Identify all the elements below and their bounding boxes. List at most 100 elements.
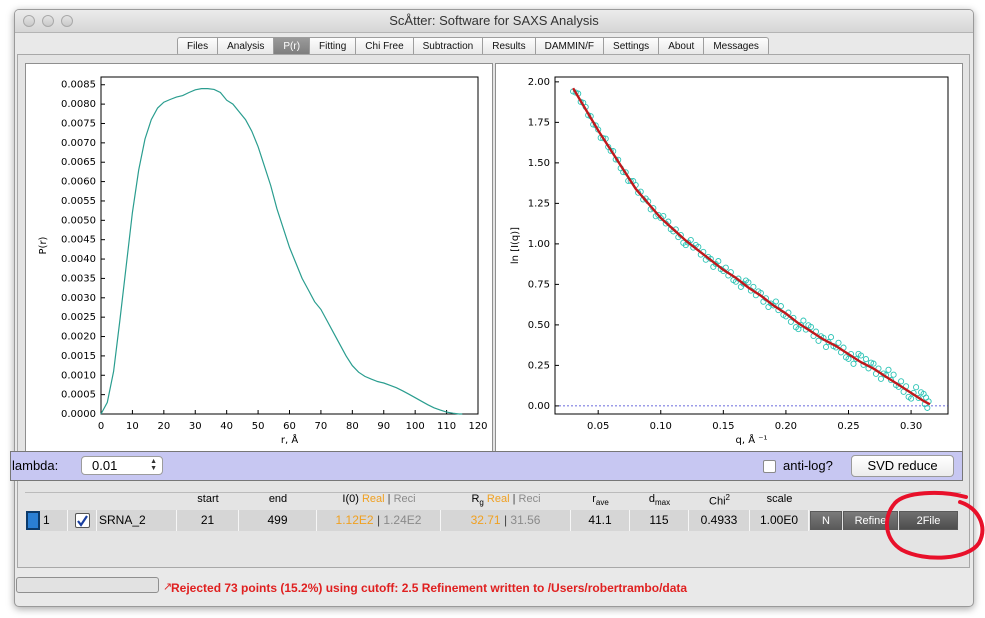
row-chi2: 0.4933 bbox=[689, 510, 750, 531]
controls-bar: lambda: 0.01 ▲ ▼ anti-log? SVD reduce bbox=[10, 451, 963, 481]
row-scale: 1.00E0 bbox=[750, 510, 809, 531]
y-tick-label: 0.0035 bbox=[61, 273, 96, 284]
antilog-checkbox[interactable] bbox=[763, 460, 776, 473]
data-point bbox=[885, 366, 892, 373]
x-tick-label: 0.05 bbox=[587, 421, 609, 432]
row-i0-reci: 1.24E2 bbox=[383, 513, 422, 527]
y-axis-label: ln [I(q)] bbox=[510, 227, 521, 264]
data-point bbox=[890, 371, 897, 378]
fit-plot-panel: 0.00 0.25 0.50 0.75 1.00 1.25 1.50 1.75 2.00 0.05… bbox=[495, 63, 963, 461]
y-tick-label: 0.0055 bbox=[61, 196, 96, 207]
x-tick-label: 80 bbox=[346, 421, 359, 432]
y-tick-label: 0.0065 bbox=[61, 157, 96, 168]
window-title: ScÅtter: Software for SAXS Analysis bbox=[389, 13, 599, 28]
row-select-checkbox[interactable] bbox=[75, 513, 90, 528]
header-rg-real: Real bbox=[486, 493, 510, 505]
header-rg: Rg Real | Reci bbox=[471, 493, 541, 508]
row-end[interactable]: 499 bbox=[239, 510, 317, 531]
header-end: end bbox=[268, 493, 288, 505]
y-tick-label: 0.0070 bbox=[61, 138, 96, 149]
y-tick-label: 0.50 bbox=[528, 320, 550, 331]
data-point bbox=[835, 339, 842, 346]
y-tick-label: 1.75 bbox=[528, 117, 550, 128]
x-tick-label: 90 bbox=[377, 421, 390, 432]
pr-curve bbox=[100, 88, 463, 415]
header-i0-real: Real bbox=[361, 493, 385, 505]
antilog-label: anti-log? bbox=[783, 458, 833, 473]
y-tick-label: 0.0000 bbox=[61, 409, 96, 420]
svd-reduce-button[interactable]: SVD reduce bbox=[851, 455, 954, 477]
pr-distribution-chart: 0.0000 0.0005 0.0010 0.0015 0.0020 0.0025 0.00… bbox=[38, 76, 488, 446]
x-tick-label: 20 bbox=[157, 421, 170, 432]
x-tick-label: 50 bbox=[252, 421, 265, 432]
y-tick-label: 0.0005 bbox=[61, 390, 96, 401]
data-point bbox=[898, 378, 905, 385]
y-tick-label: 0.0030 bbox=[61, 293, 96, 304]
row-index: 1 bbox=[40, 510, 68, 531]
row-select-cell bbox=[68, 510, 97, 531]
x-tick-label: 0.25 bbox=[837, 421, 859, 432]
x-tick-label: 0.10 bbox=[650, 421, 672, 432]
y-tick-label: 0.0080 bbox=[61, 99, 96, 110]
row-rg-reci: 31.56 bbox=[510, 513, 541, 527]
lambda-stepper[interactable]: 0.01 ▲ ▼ bbox=[81, 456, 163, 475]
data-point bbox=[800, 317, 807, 324]
header-chi-label: Chi bbox=[709, 495, 726, 508]
title-bar: ScÅtter: Software for SAXS Analysis bbox=[15, 10, 973, 33]
y-tick-label: 0.0025 bbox=[61, 312, 96, 323]
row-dmax[interactable]: 115 bbox=[630, 510, 689, 531]
y-tick-label: 0.0050 bbox=[61, 215, 96, 226]
y-tick-label: 0.0010 bbox=[61, 370, 96, 381]
row-rg-real: 32.71 bbox=[470, 513, 501, 527]
progress-field bbox=[16, 577, 159, 593]
fit-curve bbox=[572, 87, 931, 406]
data-point bbox=[877, 375, 885, 382]
x-axis-label: r, Å bbox=[281, 433, 298, 446]
intensity-fit-chart: 0.00 0.25 0.50 0.75 1.00 1.25 1.50 1.75 2.00 0.05… bbox=[510, 76, 949, 446]
y-tick-label: 0.0060 bbox=[61, 177, 96, 188]
x-tick-label: 70 bbox=[315, 421, 328, 432]
y-tick-label: 1.50 bbox=[528, 158, 550, 169]
header-chi2: Chi2 bbox=[689, 493, 750, 508]
header-i0-reci: Reci bbox=[393, 493, 416, 505]
header-dmax-sub: max bbox=[655, 498, 671, 508]
header-rg-reci: Reci bbox=[518, 493, 541, 505]
row-start[interactable]: 21 bbox=[177, 510, 239, 531]
header-rave: rave bbox=[571, 493, 630, 508]
n-button[interactable]: N bbox=[810, 511, 842, 530]
y-tick-label: 0.0020 bbox=[61, 332, 96, 343]
status-message: Rejected 73 points (15.2%) using cutoff:… bbox=[171, 581, 688, 595]
row-filename: SRNA_2 bbox=[97, 510, 177, 531]
y-tick-label: 1.25 bbox=[528, 198, 550, 209]
x-tick-label: 10 bbox=[126, 421, 139, 432]
annotation-circle bbox=[885, 491, 985, 560]
x-tick-label: 0.15 bbox=[712, 421, 734, 432]
checkmark-icon bbox=[77, 515, 88, 527]
header-i0: I(0) Real | Reci bbox=[342, 493, 416, 505]
y-axis-label: P(r) bbox=[38, 236, 49, 254]
data-point bbox=[862, 356, 870, 363]
y-tick-label: 0.00 bbox=[528, 401, 550, 412]
y-tick-label: 0.75 bbox=[528, 279, 550, 290]
header-scale: scale bbox=[766, 493, 793, 505]
lambda-value: 0.01 bbox=[92, 458, 118, 473]
row-i0-real: 1.12E2 bbox=[335, 513, 374, 527]
stepper-arrows-icon[interactable]: ▲ ▼ bbox=[150, 458, 157, 472]
row-rave: 41.1 bbox=[571, 510, 630, 531]
row-color-swatch[interactable] bbox=[26, 511, 40, 530]
y-tick-label: 0.0085 bbox=[61, 80, 96, 91]
header-i0-label: I(0) bbox=[342, 493, 359, 505]
y-tick-label: 2.00 bbox=[528, 77, 550, 88]
data-point bbox=[923, 394, 930, 401]
x-tick-label: 40 bbox=[220, 421, 233, 432]
data-point bbox=[827, 334, 835, 341]
x-tick-label: 30 bbox=[189, 421, 202, 432]
plot-frame bbox=[554, 76, 949, 415]
data-point bbox=[850, 360, 857, 367]
data-point bbox=[913, 384, 920, 391]
header-start: start bbox=[197, 493, 219, 505]
row-i0: 1.12E2 | 1.24E2 bbox=[317, 510, 441, 531]
y-tick-label: 0.25 bbox=[528, 360, 550, 371]
x-tick-label: 100 bbox=[406, 421, 425, 432]
header-chi-sup: 2 bbox=[725, 493, 730, 502]
